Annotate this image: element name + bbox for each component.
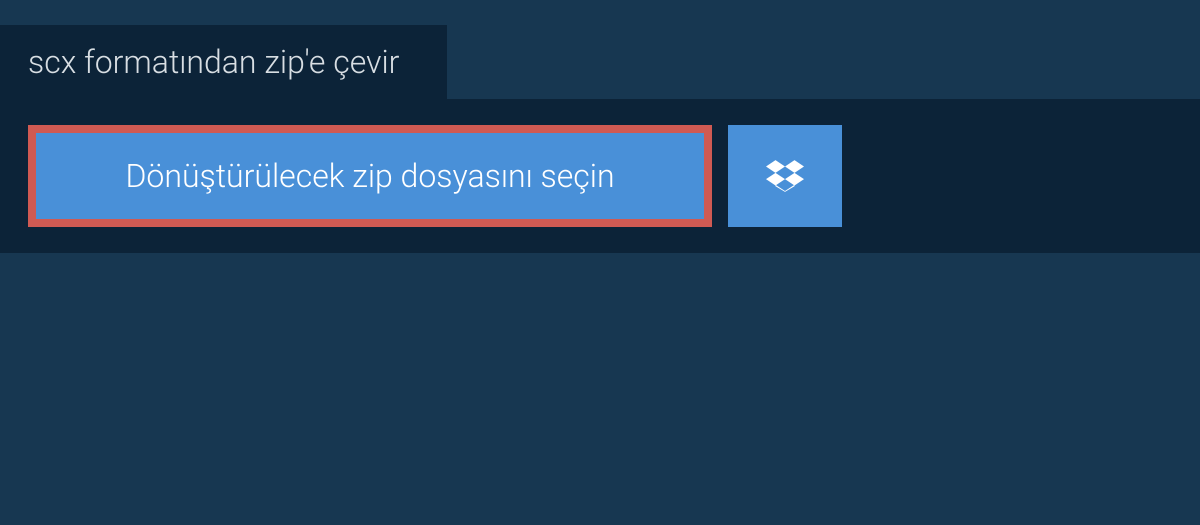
tab-label: scx formatından zip'e çevir [28, 43, 399, 81]
upload-panel: Dönüştürülecek zip dosyasını seçin [0, 99, 1200, 253]
select-file-button[interactable]: Dönüştürülecek zip dosyasını seçin [28, 125, 712, 227]
dropbox-icon [766, 157, 804, 195]
select-file-label: Dönüştürülecek zip dosyasını seçin [125, 157, 614, 195]
tab-convert[interactable]: scx formatından zip'e çevir [0, 25, 447, 99]
tab-bar: scx formatından zip'e çevir [0, 25, 1200, 99]
dropbox-button[interactable] [728, 125, 842, 227]
